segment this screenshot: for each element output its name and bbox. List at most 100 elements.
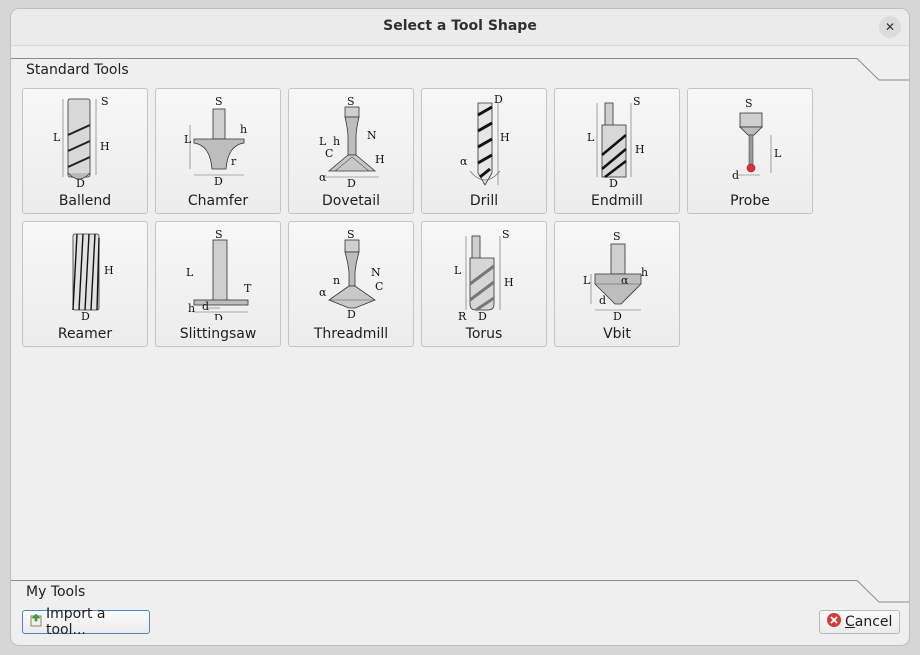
svg-text:S: S [101,95,109,108]
tool-tile-endmill[interactable]: S L H D Endmill [554,88,680,214]
svg-text:H: H [100,140,110,153]
reamer-shape-icon: H D [72,233,114,320]
section-divider [11,580,909,603]
tool-label: Dovetail [321,193,381,209]
svg-text:D: D [214,312,223,320]
standard-tools-header: Standard Tools [11,58,909,82]
tool-tile-chamfer[interactable]: S L h r D Chamfer [155,88,281,214]
tool-tile-slittingsaw[interactable]: S L T h d D Slittingsaw [155,221,281,347]
tool-label: Drill [469,193,499,209]
svg-text:D: D [494,95,503,106]
svg-text:C: C [375,280,383,293]
svg-text:r: r [231,155,237,168]
dovetail-shape-icon: S L h C N H α D [319,95,385,187]
import-tool-button[interactable]: Import a tool... [22,606,150,638]
svg-text:S: S [745,97,753,110]
svg-text:S: S [347,228,355,241]
svg-text:H: H [504,276,514,289]
standard-tools-label: Standard Tools [26,62,129,78]
svg-text:α: α [319,286,327,299]
svg-text:d: d [599,294,606,307]
svg-text:S: S [502,228,510,241]
import-icon [29,613,43,631]
section-divider [11,58,909,81]
dialog-window: Select a Tool Shape ✕ Standard Tools S L… [10,8,910,646]
svg-text:C: C [325,147,333,160]
cancel-button[interactable]: Cancel [819,610,900,634]
svg-text:L: L [774,147,782,160]
svg-text:N: N [367,129,377,142]
tool-tile-dovetail[interactable]: S L h C N H α D Dovetail [288,88,414,214]
svg-text:H: H [375,153,385,166]
svg-text:H: H [104,264,114,277]
cancel-button-label: Cancel [845,614,893,630]
tool-tile-reamer[interactable]: H D Reamer [22,221,148,347]
tool-tile-ballend[interactable]: S L H D Ballend [22,88,148,214]
tool-label: Reamer [57,326,113,342]
svg-text:S: S [613,230,621,243]
svg-text:D: D [347,308,356,320]
endmill-shape-icon: S L H D [587,95,645,187]
svg-text:S: S [633,95,641,108]
svg-text:n: n [333,274,340,287]
tool-label: Probe [730,193,770,209]
tool-label: Vbit [603,326,631,342]
svg-text:D: D [347,177,356,187]
import-button-label: Import a tool... [46,606,106,638]
drill-shape-icon: D H α [460,95,510,186]
tool-tile-torus[interactable]: S L H R D Torus [421,221,547,347]
svg-text:d: d [202,300,209,313]
tool-tile-vbit[interactable]: S L h α d D Vbit [554,221,680,347]
tool-label: Slittingsaw [179,326,257,342]
svg-text:D: D [613,310,622,320]
tool-label: Endmill [591,193,643,209]
tool-tile-probe[interactable]: S L d Probe [687,88,813,214]
close-button[interactable]: ✕ [879,16,901,38]
svg-text:D: D [81,310,90,320]
window-title: Select a Tool Shape [383,18,537,34]
tool-tile-drill[interactable]: D H α Drill [421,88,547,214]
svg-text:S: S [215,228,223,241]
svg-text:D: D [76,177,85,187]
ballend-shape-icon: S L H D [53,95,110,187]
svg-text:L: L [184,133,192,146]
tool-label: Threadmill [313,326,389,342]
svg-text:α: α [319,171,327,184]
svg-text:L: L [53,131,61,144]
tool-label: Torus [465,326,503,342]
svg-text:T: T [244,282,252,295]
svg-text:R: R [458,310,467,320]
tool-label: Chamfer [187,193,249,209]
svg-text:α: α [621,274,629,287]
tool-tile-threadmill[interactable]: S n N C α D Threadmill [288,221,414,347]
svg-text:L: L [186,266,194,279]
my-tools-label: My Tools [26,584,86,600]
svg-text:H: H [635,143,645,156]
svg-text:S: S [215,95,223,108]
svg-text:D: D [609,177,618,187]
title-bar: Select a Tool Shape ✕ [11,9,909,46]
svg-text:h: h [333,135,340,148]
close-icon: ✕ [884,20,896,34]
chamfer-shape-icon: S L h r D [184,95,247,187]
svg-text:H: H [500,131,510,144]
svg-text:h: h [641,266,648,279]
svg-text:D: D [478,310,487,320]
vbit-shape-icon: S L h α d D [583,230,648,320]
svg-text:h: h [240,123,247,136]
svg-text:d: d [732,169,739,182]
svg-text:S: S [347,95,355,108]
svg-text:h: h [188,302,195,315]
cancel-icon [826,612,842,632]
svg-text:L: L [587,131,595,144]
my-tools-header: My Tools [11,580,909,604]
slittingsaw-shape-icon: S L T h d D [186,228,252,320]
tool-label: Ballend [58,193,112,209]
svg-text:L: L [583,274,591,287]
svg-text:N: N [371,266,381,279]
probe-shape-icon: S L d [732,97,782,182]
svg-text:L: L [454,264,462,277]
svg-text:D: D [214,175,223,187]
threadmill-shape-icon: S n N C α D [319,228,383,320]
svg-text:α: α [460,155,468,168]
